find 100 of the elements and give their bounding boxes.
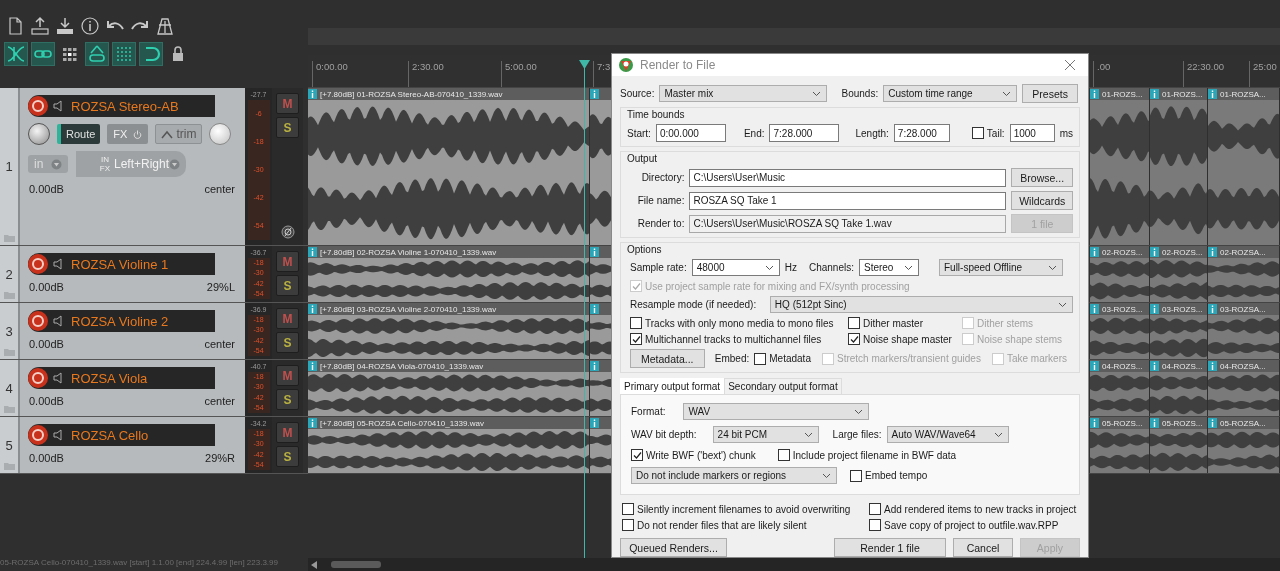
crossfade-toggle[interactable] [4,42,28,66]
audio-item[interactable]: [+7.80dB] 04-ROZSA Viola-070410_1339.wav [308,360,590,416]
solo-button[interactable]: S [276,389,299,410]
item-info-icon[interactable] [1208,361,1217,371]
format-tab[interactable]: Secondary output format [724,378,842,394]
record-arm-button[interactable] [28,254,48,274]
resample-mode-dropdown[interactable]: HQ (512pt Sinc) [769,296,1073,313]
info-icon[interactable] [79,15,101,37]
route-button[interactable]: Route [57,124,101,144]
loop-toggle[interactable] [139,42,163,66]
item-info-icon[interactable] [1150,304,1159,314]
dialog-button[interactable]: Queued Renders... [620,538,727,557]
playhead[interactable] [579,60,590,558]
path-field[interactable]: C:\Users\User\Music [689,168,1007,187]
start-field[interactable]: 0:00.000 [655,124,726,142]
channels-dropdown[interactable]: Stereo [858,259,919,276]
large-files-dropdown[interactable]: Auto WAV/Wave64 [886,426,1009,443]
item-info-icon[interactable] [1150,247,1159,257]
audio-item[interactable]: 01-ROZS... [1090,88,1150,245]
audio-item[interactable]: 01-ROZSA... [1208,88,1280,245]
item-info-icon[interactable] [1150,418,1159,428]
item-info-icon[interactable] [1090,361,1099,371]
audio-item[interactable]: [+7.80dB] 01-ROZSA Stereo-AB-070410_1339.wav [308,88,590,245]
length-field[interactable]: 7:28.000 [893,124,950,142]
checkbox[interactable] [630,333,642,345]
audio-item[interactable]: 03-ROZS... [1090,303,1150,359]
audio-item[interactable]: 02-ROZS... [1090,246,1150,302]
audio-item[interactable]: 04-ROZS... [1150,360,1208,416]
bounds-dropdown[interactable]: Custom time range [883,85,1018,102]
checkbox[interactable] [630,317,642,329]
horizontal-scrollbar[interactable] [308,558,1280,571]
audio-item[interactable]: [+7.80dB] 02-ROZSA Violine 1-070410_1339.wav [308,246,590,302]
checkbox[interactable] [754,352,767,365]
output-button[interactable]: Browse... [1011,168,1073,187]
markers-dropdown[interactable]: Do not include markers or regions [631,467,837,484]
tail-field[interactable]: 1000 [1009,124,1055,142]
format-tab[interactable]: Primary output format [620,378,725,394]
track-name-field[interactable]: ROZSA Cello [28,424,215,446]
download-icon[interactable] [54,15,76,37]
audio-item[interactable]: 01-ROZS... [1150,88,1208,245]
solo-button[interactable]: S [276,332,299,353]
grid-toggle[interactable] [112,42,136,66]
metronome-icon[interactable] [154,15,176,37]
close-icon[interactable] [1064,59,1076,71]
item-info-icon[interactable] [1090,418,1099,428]
record-arm-button[interactable] [28,425,48,445]
track-name-field[interactable]: ROZSA Violine 1 [28,253,215,275]
track-name-field[interactable]: ROZSA Stereo-AB [28,95,215,117]
solo-button[interactable]: S [276,275,299,296]
item-info-icon[interactable] [308,418,317,428]
checkbox[interactable] [971,127,984,139]
audio-item[interactable]: 02-ROZSA... [1208,246,1280,302]
scroll-thumb[interactable] [331,561,381,568]
solo-button[interactable]: S [276,117,299,138]
item-info-icon[interactable] [1090,89,1099,99]
solo-button[interactable]: S [276,446,299,467]
audio-item[interactable]: [+7.80dB] 05-ROZSA Cello-070410_1339.wav [308,417,590,473]
record-arm-button[interactable] [28,368,48,388]
checkbox[interactable] [869,503,881,515]
dialog-button[interactable]: Cancel [953,538,1013,557]
end-field[interactable]: 7:28.000 [769,124,840,142]
render-speed-dropdown[interactable]: Full-speed Offline [938,259,1063,276]
item-info-icon[interactable] [590,89,599,99]
source-dropdown[interactable]: Master mix [659,85,828,102]
audio-item[interactable]: 03-ROZS... [1150,303,1208,359]
left-arrow-icon[interactable] [311,560,317,569]
audio-item[interactable]: [+7.80dB] 03-ROZSA Violine 2-070410_1339.wav [308,303,590,359]
sample-rate-dropdown[interactable]: 48000 [691,259,780,276]
item-info-icon[interactable] [1150,361,1159,371]
phase-icon[interactable] [280,225,295,239]
item-info-icon[interactable] [590,304,599,314]
path-field[interactable]: ROSZA SQ Take 1 [689,191,1007,210]
item-info-icon[interactable] [308,304,317,314]
checkbox[interactable] [869,519,881,531]
presets-button[interactable]: Presets [1022,84,1079,103]
audio-item[interactable]: 03-ROZSA... [1208,303,1280,359]
item-info-icon[interactable] [308,361,317,371]
checkbox[interactable] [622,503,634,515]
audio-item[interactable]: 04-ROZS... [1090,360,1150,416]
audio-item[interactable]: 05-ROZSA... [1208,417,1280,473]
checkbox[interactable] [777,449,790,461]
checkbox[interactable] [631,449,643,461]
metadata-button[interactable]: Metadata... [630,349,705,368]
checkbox[interactable] [622,519,634,531]
audio-item[interactable]: 05-ROZS... [1150,417,1208,473]
trim-button[interactable]: trim [155,124,203,144]
item-info-icon[interactable] [1090,247,1099,257]
fx-button[interactable]: FX [107,124,149,144]
item-info-icon[interactable] [1208,89,1217,99]
audio-item[interactable]: 02-ROZS... [1150,246,1208,302]
audio-item[interactable]: 04-ROZSA... [1208,360,1280,416]
output-button[interactable]: Wildcards [1011,191,1073,210]
item-info-icon[interactable] [1208,247,1217,257]
item-info-icon[interactable] [1150,89,1159,99]
item-info-icon[interactable] [590,247,599,257]
upload-icon[interactable] [29,15,51,37]
item-info-icon[interactable] [590,418,599,428]
item-info-icon[interactable] [1090,304,1099,314]
checkbox[interactable] [848,317,860,329]
item-info-icon[interactable] [590,361,599,371]
